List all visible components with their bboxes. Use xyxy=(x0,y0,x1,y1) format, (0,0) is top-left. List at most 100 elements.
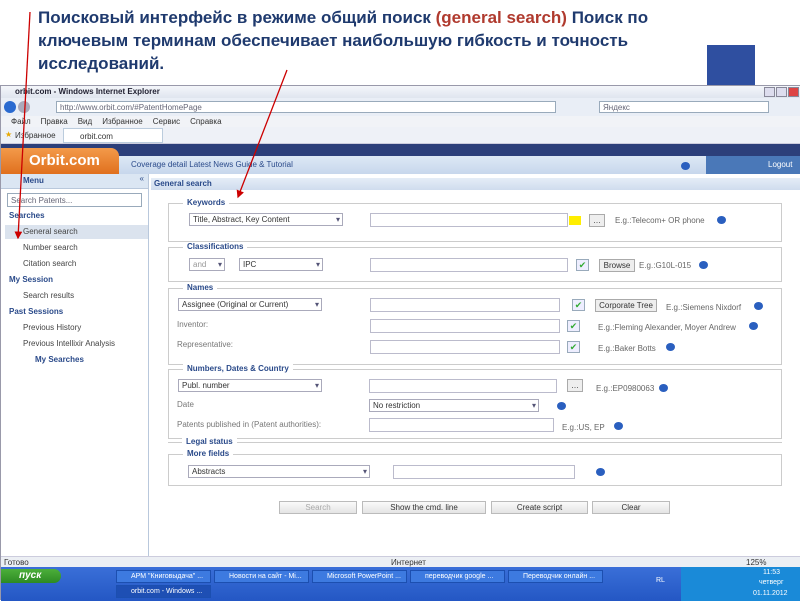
language-indicator[interactable]: RL xyxy=(656,577,665,584)
menu-favorites[interactable]: Избранное xyxy=(102,117,143,126)
browser-window: orbit.com - Windows Internet Explorer ht… xyxy=(0,85,800,601)
check-icon[interactable]: ✔ xyxy=(576,259,589,271)
browse-button[interactable]: Browse xyxy=(599,259,635,272)
app-header: Coverage detail Latest News Guide & Tuto… xyxy=(1,156,800,174)
back-icon[interactable] xyxy=(4,101,16,113)
status-text: Готово xyxy=(4,558,29,567)
clear-button[interactable]: Clear xyxy=(592,501,670,514)
names-field-select[interactable]: Assignee (Original or Current) xyxy=(178,298,322,311)
search-button[interactable]: Search xyxy=(279,501,357,514)
orbit-logo[interactable]: Orbit.com xyxy=(1,148,119,174)
numbers-legend[interactable]: Numbers, Dates & Country xyxy=(183,364,293,373)
more-fields-input[interactable] xyxy=(393,465,575,479)
app-top-band xyxy=(1,144,800,156)
nav-guide[interactable]: Guide & Tutorial xyxy=(236,160,293,169)
authorities-input[interactable] xyxy=(369,418,554,432)
check-icon[interactable]: ✔ xyxy=(567,341,580,353)
classification-type-select[interactable]: IPC xyxy=(239,258,323,271)
help-icon[interactable] xyxy=(754,302,763,310)
system-tray: 11:53 четверг 01.11.2012 xyxy=(681,567,800,601)
classification-input[interactable] xyxy=(370,258,568,272)
sidebar-item-number-search[interactable]: Number search xyxy=(23,243,78,252)
names-input[interactable] xyxy=(370,298,560,312)
menu-tools[interactable]: Сервис xyxy=(153,117,180,126)
star-icon: ★ xyxy=(5,130,13,139)
nav-coverage[interactable]: Coverage detail xyxy=(131,160,187,169)
taskbar-item[interactable]: АРМ "Книговыдача" ... xyxy=(116,570,211,583)
show-cmd-line-button[interactable]: Show the cmd. line xyxy=(362,501,486,514)
more-fields-legend[interactable]: More fields xyxy=(183,449,234,458)
sidebar-item-intellixir[interactable]: Previous Intellixir Analysis xyxy=(23,339,115,348)
sidebar-item-citation-search[interactable]: Citation search xyxy=(23,259,76,268)
classifications-legend[interactable]: Classifications xyxy=(183,242,248,251)
url-input[interactable]: http://www.orbit.com/#PatentHomePage xyxy=(56,101,556,113)
date-select[interactable]: No restriction xyxy=(369,399,539,412)
check-icon[interactable]: ✔ xyxy=(567,320,580,332)
group-my-searches[interactable]: My Searches xyxy=(35,355,84,364)
help-icon[interactable] xyxy=(717,216,726,224)
collapse-icon[interactable]: « xyxy=(140,174,144,183)
minimize-button[interactable] xyxy=(764,87,775,97)
taskbar-item[interactable]: Новости на сайт - Mi... xyxy=(214,570,309,583)
legal-status-legend[interactable]: Legal status xyxy=(182,437,237,446)
taskbar-item-active[interactable]: orbit.com - Windows ... xyxy=(116,585,211,598)
menu-edit[interactable]: Правка xyxy=(41,117,68,126)
check-icon[interactable]: ✔ xyxy=(572,299,585,311)
menu-help[interactable]: Справка xyxy=(190,117,221,126)
logout-button[interactable]: Logout xyxy=(706,156,800,174)
classification-example: E.g.:G10L-015 xyxy=(639,261,692,270)
sidebar-item-previous-history[interactable]: Previous History xyxy=(23,323,81,332)
clock-date: 01.11.2012 xyxy=(753,590,788,597)
web-search-input[interactable]: Яндекс xyxy=(599,101,769,113)
help-icon[interactable] xyxy=(614,422,623,430)
group-searches[interactable]: Searches xyxy=(9,211,45,220)
corporate-tree-button[interactable]: Corporate Tree xyxy=(595,299,657,312)
help-icon[interactable] xyxy=(681,162,690,170)
sidebar-item-search-results[interactable]: Search results xyxy=(23,291,74,300)
more-button[interactable]: … xyxy=(567,379,583,392)
browser-tab[interactable]: orbit.com xyxy=(63,128,163,143)
forward-icon[interactable] xyxy=(18,101,30,113)
keywords-legend[interactable]: Keywords xyxy=(183,198,230,207)
maximize-button[interactable] xyxy=(776,87,787,97)
keywords-input[interactable] xyxy=(370,213,568,227)
address-bar-row: http://www.orbit.com/#PatentHomePage Янд… xyxy=(1,98,800,116)
taskbar-item[interactable]: Переводчик онлайн ... xyxy=(508,570,603,583)
inventor-input[interactable] xyxy=(370,319,560,333)
main-panel: General search Keywords Title, Abstract,… xyxy=(151,174,800,556)
more-fields-select[interactable]: Abstracts xyxy=(188,465,370,478)
close-button[interactable] xyxy=(788,87,799,97)
representative-label: Representative: xyxy=(177,340,234,349)
create-script-button[interactable]: Create script xyxy=(491,501,588,514)
menu-file[interactable]: Файл xyxy=(11,117,31,126)
menu-view[interactable]: Вид xyxy=(78,117,92,126)
help-icon[interactable] xyxy=(596,468,605,476)
start-button[interactable]: пуск xyxy=(1,569,61,583)
names-section: Names Assignee (Original or Current) ✔ C… xyxy=(168,283,782,365)
menu-tab[interactable]: Menu xyxy=(23,176,44,185)
names-legend[interactable]: Names xyxy=(183,283,218,292)
taskbar-item[interactable]: Microsoft PowerPoint ... xyxy=(312,570,407,583)
group-my-session[interactable]: My Session xyxy=(9,275,53,284)
help-icon[interactable] xyxy=(557,402,566,410)
nav-news[interactable]: Latest News xyxy=(189,160,233,169)
group-past-sessions[interactable]: Past Sessions xyxy=(9,307,63,316)
help-icon[interactable] xyxy=(666,343,675,351)
taskbar-item[interactable]: переводчик google ... xyxy=(410,570,505,583)
slide-caption: Поисковый интерфейс в режиме общий поиск… xyxy=(38,6,728,75)
keywords-field-select[interactable]: Title, Abstract, Key Content xyxy=(189,213,343,226)
color-marker[interactable] xyxy=(569,216,581,225)
representative-input[interactable] xyxy=(370,340,560,354)
sidebar-item-general-search[interactable]: General search xyxy=(23,227,78,236)
favorites-button[interactable]: Избранное xyxy=(15,131,56,140)
more-button[interactable]: … xyxy=(589,214,605,227)
number-input[interactable] xyxy=(369,379,557,393)
help-icon[interactable] xyxy=(659,384,668,392)
operator-select[interactable]: and xyxy=(189,258,225,271)
help-icon[interactable] xyxy=(749,322,758,330)
help-icon[interactable] xyxy=(699,261,708,269)
sidebar-header: Menu « xyxy=(1,174,148,189)
number-type-select[interactable]: Publ. number xyxy=(178,379,322,392)
clock-time: 11:53 xyxy=(763,569,780,576)
search-patents-input[interactable]: Search Patents... xyxy=(7,193,142,207)
